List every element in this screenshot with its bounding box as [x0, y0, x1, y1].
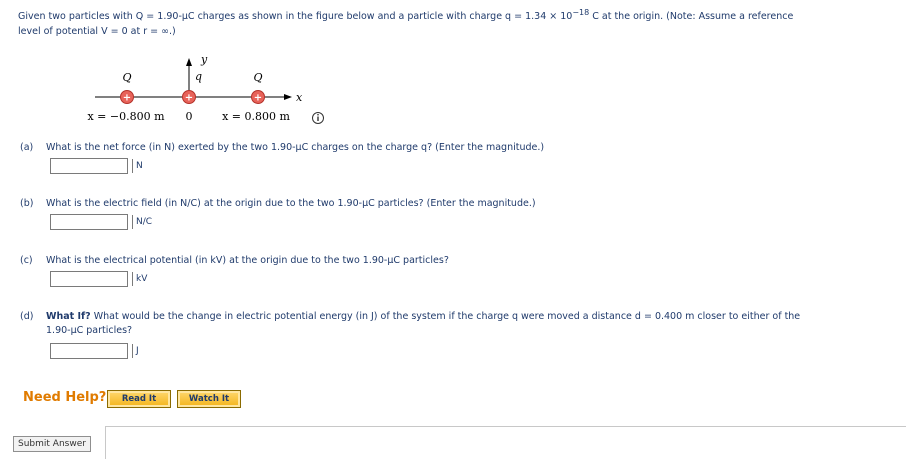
left-position-label: x = −0.800 m	[87, 110, 165, 123]
part-b-letter: (b)	[20, 198, 34, 209]
need-help-label: Need Help?	[23, 390, 107, 405]
part-b-answer-row: N/C	[50, 214, 152, 230]
part-a-unit: N	[132, 159, 143, 173]
part-d-whatif: What If?	[46, 311, 91, 322]
submit-answer-button[interactable]: Submit Answer	[13, 436, 91, 452]
part-c-unit: kV	[132, 272, 147, 286]
center-plus-sign: +	[185, 93, 193, 104]
read-it-button[interactable]: Read It	[107, 390, 171, 408]
x-axis-label: x	[296, 91, 303, 104]
x-axis-arrow	[284, 94, 292, 100]
watch-it-button[interactable]: Watch It	[177, 390, 241, 408]
figure-svg: + + + y x Q q Q x = −0.800 m 0 x = 0.800…	[87, 53, 324, 124]
part-a-text: What is the net force (in N) exerted by …	[46, 142, 545, 153]
right-plus-sign: +	[254, 93, 262, 104]
y-axis-arrow	[186, 58, 192, 66]
part-b-answer-input[interactable]	[50, 214, 128, 230]
part-d-letter: (d)	[20, 311, 34, 322]
part-d-answer-row: J	[50, 343, 139, 359]
part-d-unit: J	[132, 344, 139, 358]
left-charge-label: Q	[122, 71, 131, 84]
part-b-text: What is the electric field (in N/C) at t…	[46, 198, 536, 209]
charges-figure: + + + y x Q q Q x = −0.800 m 0 x = 0.800…	[0, 0, 907, 140]
part-a-letter: (a)	[20, 142, 34, 153]
center-charge-label: q	[195, 70, 202, 83]
part-d-answer-input[interactable]	[50, 343, 128, 359]
part-a-question: (a) What is the net force (in N) exerted …	[20, 141, 890, 155]
left-plus-sign: +	[123, 93, 131, 104]
part-c-answer-input[interactable]	[50, 271, 128, 287]
part-c-question: (c) What is the electrical potential (in …	[20, 254, 890, 268]
part-a-answer-input[interactable]	[50, 158, 128, 174]
part-c-answer-row: kV	[50, 271, 147, 287]
info-circle-icon[interactable]	[312, 112, 324, 124]
part-c-text: What is the electrical potential (in kV)…	[46, 255, 449, 266]
part-b-unit: N/C	[132, 215, 152, 229]
part-d-question: (d) What If? What would be the change in …	[20, 310, 890, 338]
bottom-panel	[105, 426, 906, 459]
origin-label: 0	[186, 110, 193, 123]
part-a-answer-row: N	[50, 158, 143, 174]
part-d-text-line1: What would be the change in electric pot…	[90, 311, 801, 322]
right-charge-label: Q	[253, 71, 262, 84]
right-position-label: x = 0.800 m	[222, 110, 290, 123]
part-c-letter: (c)	[20, 255, 33, 266]
part-b-question: (b) What is the electric field (in N/C) a…	[20, 197, 890, 211]
y-axis-label: y	[200, 53, 208, 66]
part-d-text-line2: 1.90-μC particles?	[46, 325, 133, 336]
